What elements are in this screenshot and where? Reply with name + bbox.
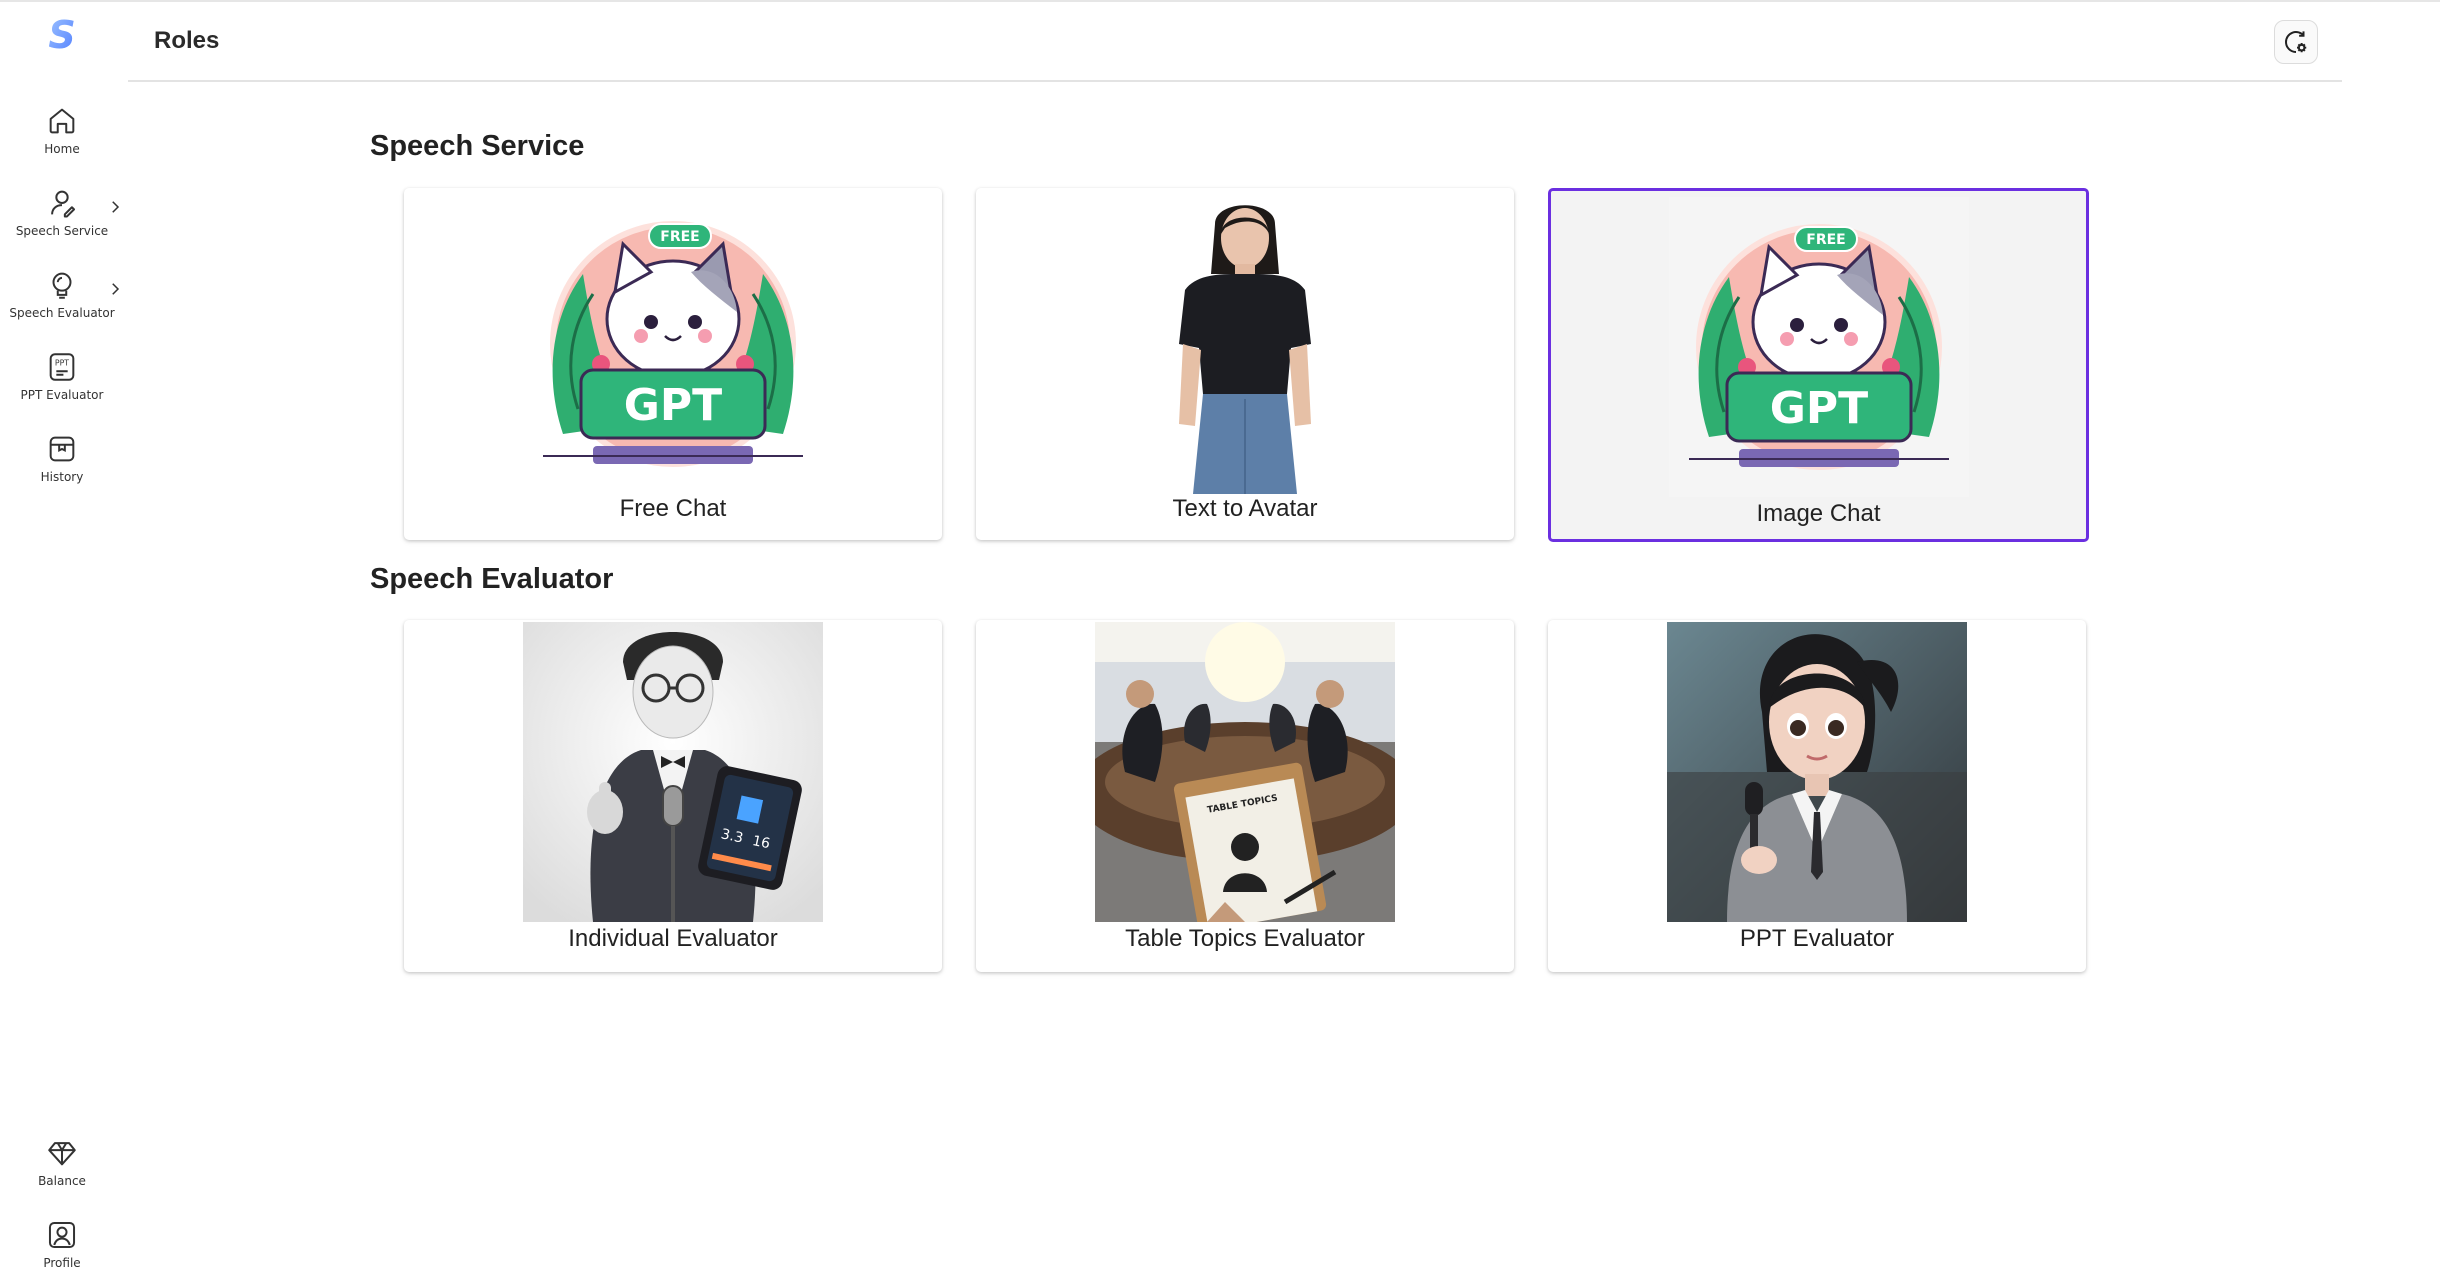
svg-text:PPT: PPT — [55, 359, 69, 368]
pen-icon — [51, 190, 76, 218]
chevron-right-icon[interactable] — [106, 280, 124, 298]
card-image — [1125, 194, 1365, 494]
sidebar-item-history[interactable]: History — [0, 432, 124, 484]
profile-icon — [48, 1221, 76, 1249]
card-label: Individual Evaluator — [568, 925, 778, 952]
card-label: Table Topics Evaluator — [1125, 925, 1365, 952]
svg-text:S: S — [48, 14, 75, 57]
card-image: TABLE TOPICS — [1095, 622, 1395, 922]
sidebar-item-speech-evaluator[interactable]: Speech Evaluator — [0, 268, 124, 320]
card-label: Free Chat — [619, 495, 727, 522]
role-card-ppt-evaluator[interactable]: PPT Evaluator — [1548, 620, 2086, 972]
app-logo[interactable]: S — [44, 14, 80, 58]
role-card-table-topics-evaluator[interactable]: TABLE TOPICS Table Topics Evaluator — [976, 620, 1514, 972]
diamond-icon — [48, 1142, 76, 1166]
sidebar-item-label: History — [40, 470, 84, 484]
sidebar-item-ppt-evaluator[interactable]: PPT PPT Evaluator — [0, 350, 124, 402]
card-label: Text to Avatar — [1172, 495, 1318, 522]
role-card-free-chat[interactable]: FREE GPT Free Chat — [404, 188, 942, 540]
section-title-speech-service: Speech Service — [370, 130, 585, 162]
section-title-speech-evaluator: Speech Evaluator — [370, 563, 614, 595]
evaluator-mannequin-image: 3.3 16 — [523, 622, 823, 922]
presenter-woman-image — [1667, 622, 1967, 922]
card-label: PPT Evaluator — [1739, 925, 1895, 952]
sidebar-item-label: Speech Service — [15, 224, 109, 238]
card-label: Image Chat — [1756, 500, 1881, 527]
svg-text:GPT: GPT — [1769, 383, 1867, 434]
lightbulb-icon — [52, 272, 72, 299]
ppt-icon: PPT — [49, 353, 75, 381]
role-card-text-to-avatar[interactable]: Text to Avatar — [976, 188, 1514, 540]
sidebar-item-label: Home — [44, 142, 80, 156]
avatar-woman-photo — [1125, 194, 1365, 494]
sidebar-item-label: Balance — [38, 1174, 86, 1188]
sidebar-item-label: Profile — [43, 1256, 81, 1268]
sidebar-item-balance[interactable]: Balance — [0, 1136, 124, 1188]
card-image: FREE GPT — [1668, 197, 1969, 497]
sidebar: S Home Speech Service Speech Evaluator P… — [0, 2, 124, 1268]
svg-text:FREE: FREE — [1806, 232, 1845, 248]
sidebar-item-speech-service[interactable]: Speech Service — [0, 186, 124, 238]
gpt-cat-illustration: FREE GPT — [1668, 197, 1969, 497]
settings-refresh-icon — [2285, 31, 2307, 53]
page-title: Roles — [154, 27, 220, 54]
svg-text:FREE: FREE — [660, 229, 699, 245]
history-icon — [49, 436, 75, 462]
home-icon — [49, 108, 75, 134]
svg-text:GPT: GPT — [624, 380, 722, 431]
gpt-cat-illustration: FREE GPT — [543, 221, 803, 467]
role-card-image-chat[interactable]: FREE GPT Image Chat — [1548, 188, 2089, 542]
card-image: 3.3 16 — [523, 622, 823, 922]
chevron-right-icon[interactable] — [106, 198, 124, 216]
card-image — [1667, 622, 1967, 922]
top-header: Roles — [128, 2, 2342, 82]
role-card-individual-evaluator[interactable]: 3.3 16 Individual Evaluator — [404, 620, 942, 972]
sidebar-item-home[interactable]: Home — [0, 104, 124, 156]
settings-refresh-button[interactable] — [2274, 20, 2318, 64]
card-image: FREE GPT — [523, 194, 823, 494]
meeting-clipboard-image: TABLE TOPICS — [1095, 622, 1395, 922]
sidebar-item-label: Speech Evaluator — [9, 306, 115, 320]
sidebar-item-label: PPT Evaluator — [20, 388, 104, 402]
sidebar-item-profile[interactable]: Profile — [0, 1218, 124, 1268]
